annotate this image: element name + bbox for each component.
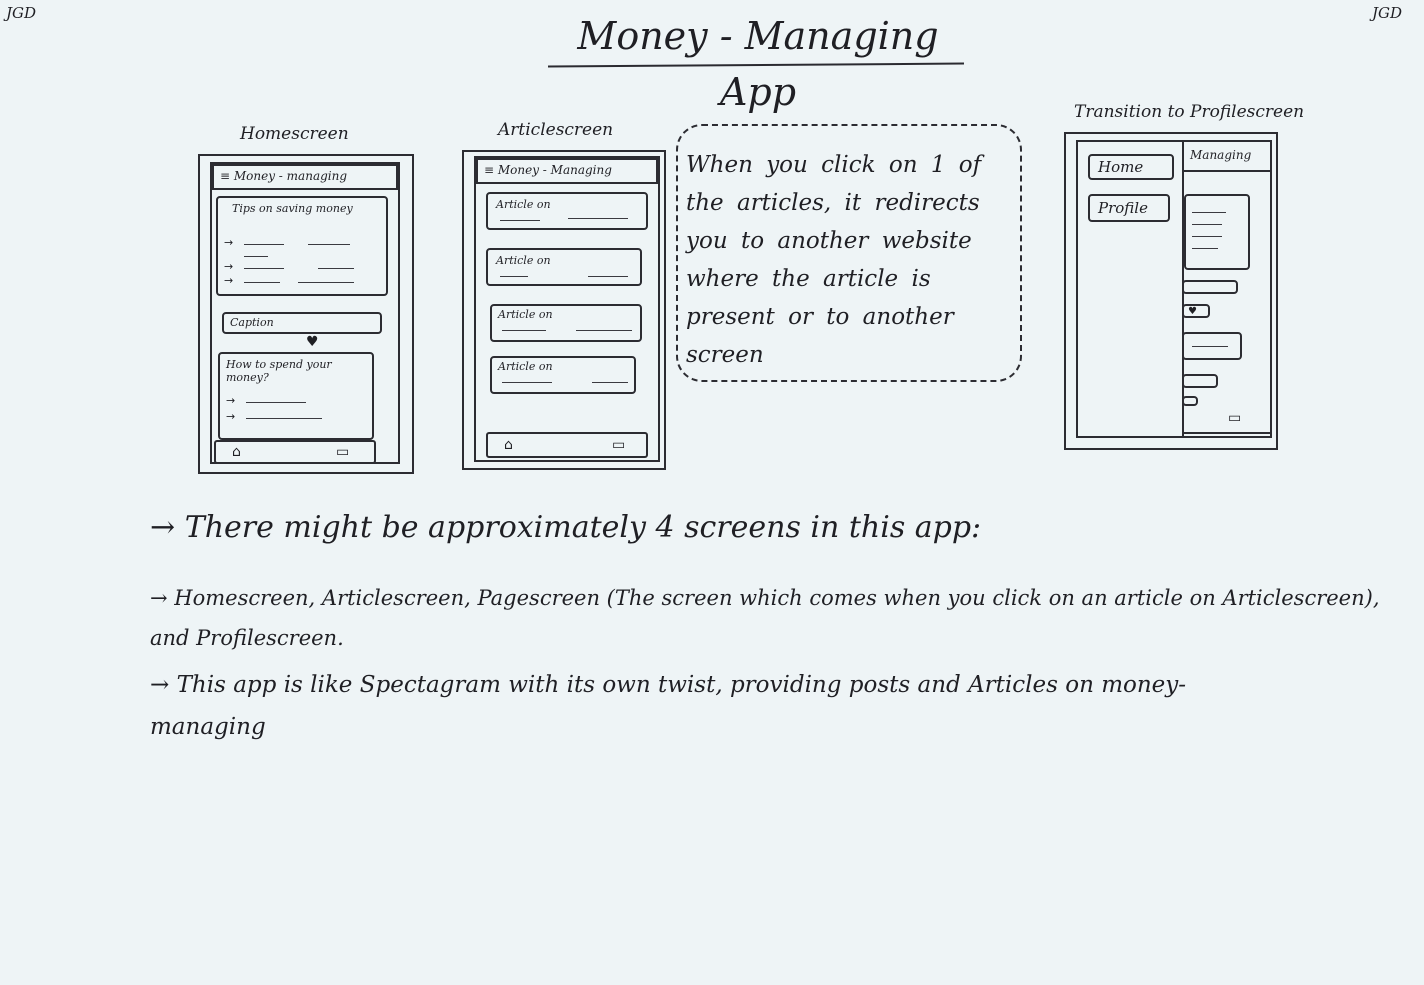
article-card-4: Article on (490, 356, 636, 394)
articlescreen-sketch: ≡ Money - Managing Article on Article on… (462, 150, 666, 470)
menu-profile-button: Profile (1088, 194, 1170, 222)
menu-icon: ▭ (336, 444, 350, 460)
articlescreen-bottom-nav: ⌂ ▭ (486, 432, 648, 458)
like-box-1: ♥ (1182, 304, 1210, 318)
note-text-2: Homescreen, Articlescreen, Pagescreen (T… (150, 586, 1380, 650)
articlescreen-screen: ≡ Money - Managing Article on Article on… (474, 156, 660, 462)
note-text: When you click on 1 of the articles, it … (686, 152, 982, 368)
spend-bullet-1: → (226, 394, 236, 407)
like-box-2 (1182, 396, 1198, 406)
home-icon: ⌂ (504, 437, 513, 453)
profile-header-line (1182, 170, 1272, 172)
spend-card-title: How to spend your money? (226, 358, 332, 384)
note-text-3: This app is like Spectagram with its own… (150, 672, 1187, 740)
heart-icon: ♥ (306, 334, 319, 350)
homescreen-sketch: ≡ Money - managing Tips on saving money … (198, 154, 414, 474)
tips-card-title: Tips on saving money (232, 202, 353, 215)
post-card-2 (1182, 332, 1242, 360)
menu-home-button: Home (1088, 154, 1174, 180)
article-card-2: Article on (486, 248, 642, 286)
article-card-1-title: Article on (496, 198, 551, 211)
article-card-3-title: Article on (498, 308, 553, 321)
note-line-1: → There might be approximately 4 screens… (150, 506, 1380, 550)
caption-line-2 (1182, 374, 1218, 388)
profile-bottom-line (1182, 432, 1272, 434)
caption-box: Caption (222, 312, 382, 334)
note-bullet-1: → (150, 510, 176, 545)
tips-bullet-1: → (224, 236, 234, 249)
article-card-2-title: Article on (496, 254, 551, 267)
page-title: Money - Managing App (577, 14, 939, 114)
homescreen-header-text: Money - managing (233, 169, 348, 183)
homescreen-header: ≡ Money - managing (212, 164, 398, 190)
post-card-1 (1184, 194, 1250, 270)
note-line-2: → Homescreen, Articlescreen, Pagescreen … (150, 578, 1380, 658)
caption-label: Caption (230, 316, 274, 329)
profile-header: Managing (1190, 148, 1252, 162)
note-bullet-3: → (150, 672, 170, 698)
heart-icon: ♥ (1188, 306, 1197, 317)
articlescreen-label: Articlescreen (498, 120, 614, 140)
caption-line-1 (1182, 280, 1238, 294)
menu-icon: ▭ (1228, 410, 1242, 426)
tips-card: Tips on saving money → → → (216, 196, 388, 296)
menu-profile-label: Profile (1098, 199, 1148, 217)
menu-icon: ▭ (612, 437, 626, 453)
profile-sketch: Home Profile Managing ♥ ▭ (1064, 132, 1278, 450)
homescreen-screen: ≡ Money - managing Tips on saving money … (210, 162, 400, 464)
homescreen-label: Homescreen (240, 124, 349, 144)
article-card-3: Article on (490, 304, 642, 342)
initials-left: JGD (6, 4, 37, 22)
tips-bullet-2: → (224, 260, 234, 273)
initials-right: JGD (1372, 4, 1403, 22)
home-icon: ⌂ (232, 444, 241, 460)
menu-home-label: Home (1098, 158, 1144, 176)
note-bullet-2: → (150, 586, 168, 610)
articlescreen-header-text: Money - Managing (497, 163, 612, 177)
article-card-4-title: Article on (498, 360, 553, 373)
articlescreen-header: ≡ Money - Managing (476, 158, 658, 184)
profile-screen: Home Profile Managing ♥ ▭ (1076, 140, 1272, 438)
homescreen-bottom-nav: ⌂ ▭ (214, 440, 376, 464)
tips-bullet-3: → (224, 274, 234, 287)
note-text-1: There might be approximately 4 screens i… (184, 510, 982, 545)
spend-bullet-2: → (226, 410, 236, 423)
article-card-1: Article on (486, 192, 648, 230)
profile-label: Transition to Profilescreen (1074, 102, 1305, 122)
note-line-3: → This app is like Spectagram with its o… (150, 664, 1260, 748)
spend-card: How to spend your money? → → (218, 352, 374, 440)
